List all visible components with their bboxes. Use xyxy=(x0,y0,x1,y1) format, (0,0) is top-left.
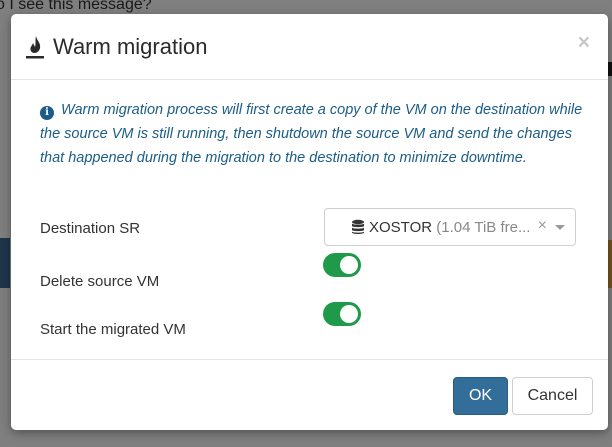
database-icon xyxy=(351,219,365,235)
destination-sr-detail: (1.04 TiB fre... xyxy=(436,218,531,236)
close-icon[interactable]: × xyxy=(578,32,590,53)
toggle-knob xyxy=(340,305,358,323)
toggle-knob xyxy=(340,256,358,274)
start-migrated-vm-toggle[interactable] xyxy=(323,302,361,326)
cancel-button[interactable]: Cancel xyxy=(512,377,593,415)
delete-source-vm-toggle[interactable] xyxy=(323,253,361,277)
start-migrated-vm-label: Start the migrated VM xyxy=(40,321,186,338)
modal-footer: OK Cancel xyxy=(11,360,608,430)
info-circle-icon: i xyxy=(40,106,54,120)
modal-title-text: Warm migration xyxy=(53,34,208,59)
fire-icon xyxy=(25,34,45,60)
destination-sr-select[interactable]: XOSTOR (1.04 TiB fre... × xyxy=(324,208,576,246)
warm-migration-modal: Warm migration × i Warm migration proces… xyxy=(11,14,608,430)
destination-sr-label: Destination SR xyxy=(40,220,141,237)
clear-selection-icon[interactable]: × xyxy=(538,217,547,235)
info-message: i Warm migration process will first crea… xyxy=(40,98,590,170)
modal-title: Warm migration xyxy=(25,34,207,60)
ok-button[interactable]: OK xyxy=(453,377,508,415)
delete-source-vm-label: Delete source VM xyxy=(40,273,160,290)
chevron-down-icon[interactable] xyxy=(555,225,565,230)
info-message-text: Warm migration process will first create… xyxy=(40,102,583,166)
destination-sr-value: XOSTOR (1.04 TiB fre... xyxy=(369,219,539,236)
modal-header: Warm migration × xyxy=(11,14,608,80)
destination-sr-name: XOSTOR xyxy=(369,218,433,236)
modal-body: i Warm migration process will first crea… xyxy=(11,80,608,360)
